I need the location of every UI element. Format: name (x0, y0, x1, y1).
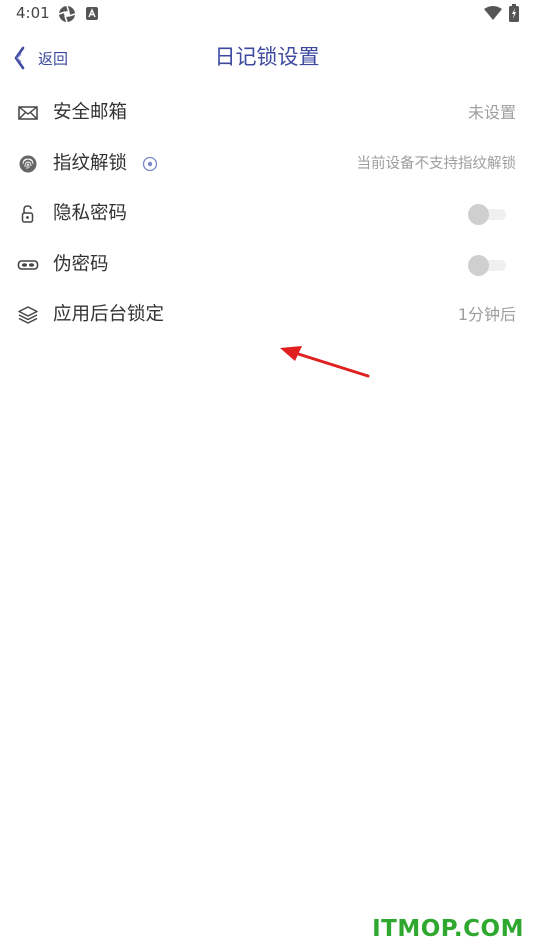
privacy-password-toggle[interactable] (468, 204, 506, 225)
settings-row-fake-password[interactable]: 伪密码 (0, 240, 534, 291)
page-title: 日记锁设置 (214, 45, 320, 69)
settings-row-privacy-password[interactable]: 隐私密码 (0, 189, 534, 240)
status-time: 4:01 (16, 4, 50, 22)
header: 返回 日记锁设置 (0, 30, 534, 84)
envelope-icon (18, 106, 38, 120)
row-label: 伪密码 (53, 253, 109, 275)
settings-row-fingerprint-unlock[interactable]: 指纹解锁 当前设备不支持指纹解锁 (0, 139, 534, 190)
annotation-arrow-icon (280, 346, 370, 378)
aperture-icon (58, 5, 76, 23)
settings-row-security-email[interactable]: 安全邮箱 未设置 (0, 88, 534, 139)
battery-charging-icon (509, 4, 519, 22)
row-label: 隐私密码 (53, 203, 128, 224)
info-target-icon[interactable] (142, 156, 158, 172)
settings-list: 安全邮箱 未设置 指纹解锁 当前设备不支持指纹解锁 隐私密码 伪密码 应用后台锁… (0, 88, 534, 341)
layers-icon (18, 306, 38, 324)
wifi-icon (484, 6, 502, 20)
row-value: 1分钟后 (457, 305, 516, 324)
fingerprint-icon (19, 155, 37, 172)
row-value: 当前设备不支持指纹解锁 (356, 155, 517, 172)
row-label: 指纹解锁 (53, 152, 128, 174)
row-label: 安全邮箱 (53, 102, 128, 123)
mask-icon (17, 259, 39, 270)
watermark: ITMOP.COM (372, 916, 524, 942)
settings-row-background-lock[interactable]: 应用后台锁定 1分钟后 (0, 290, 534, 341)
app-notification-icon (86, 7, 98, 20)
lock-icon (21, 205, 34, 223)
toggle-thumb (468, 254, 489, 276)
row-value: 未设置 (467, 103, 516, 122)
fake-password-toggle[interactable] (468, 254, 506, 276)
status-bar: 4:01 (0, 0, 534, 28)
row-label: 应用后台锁定 (53, 304, 165, 325)
toggle-thumb (468, 204, 489, 225)
